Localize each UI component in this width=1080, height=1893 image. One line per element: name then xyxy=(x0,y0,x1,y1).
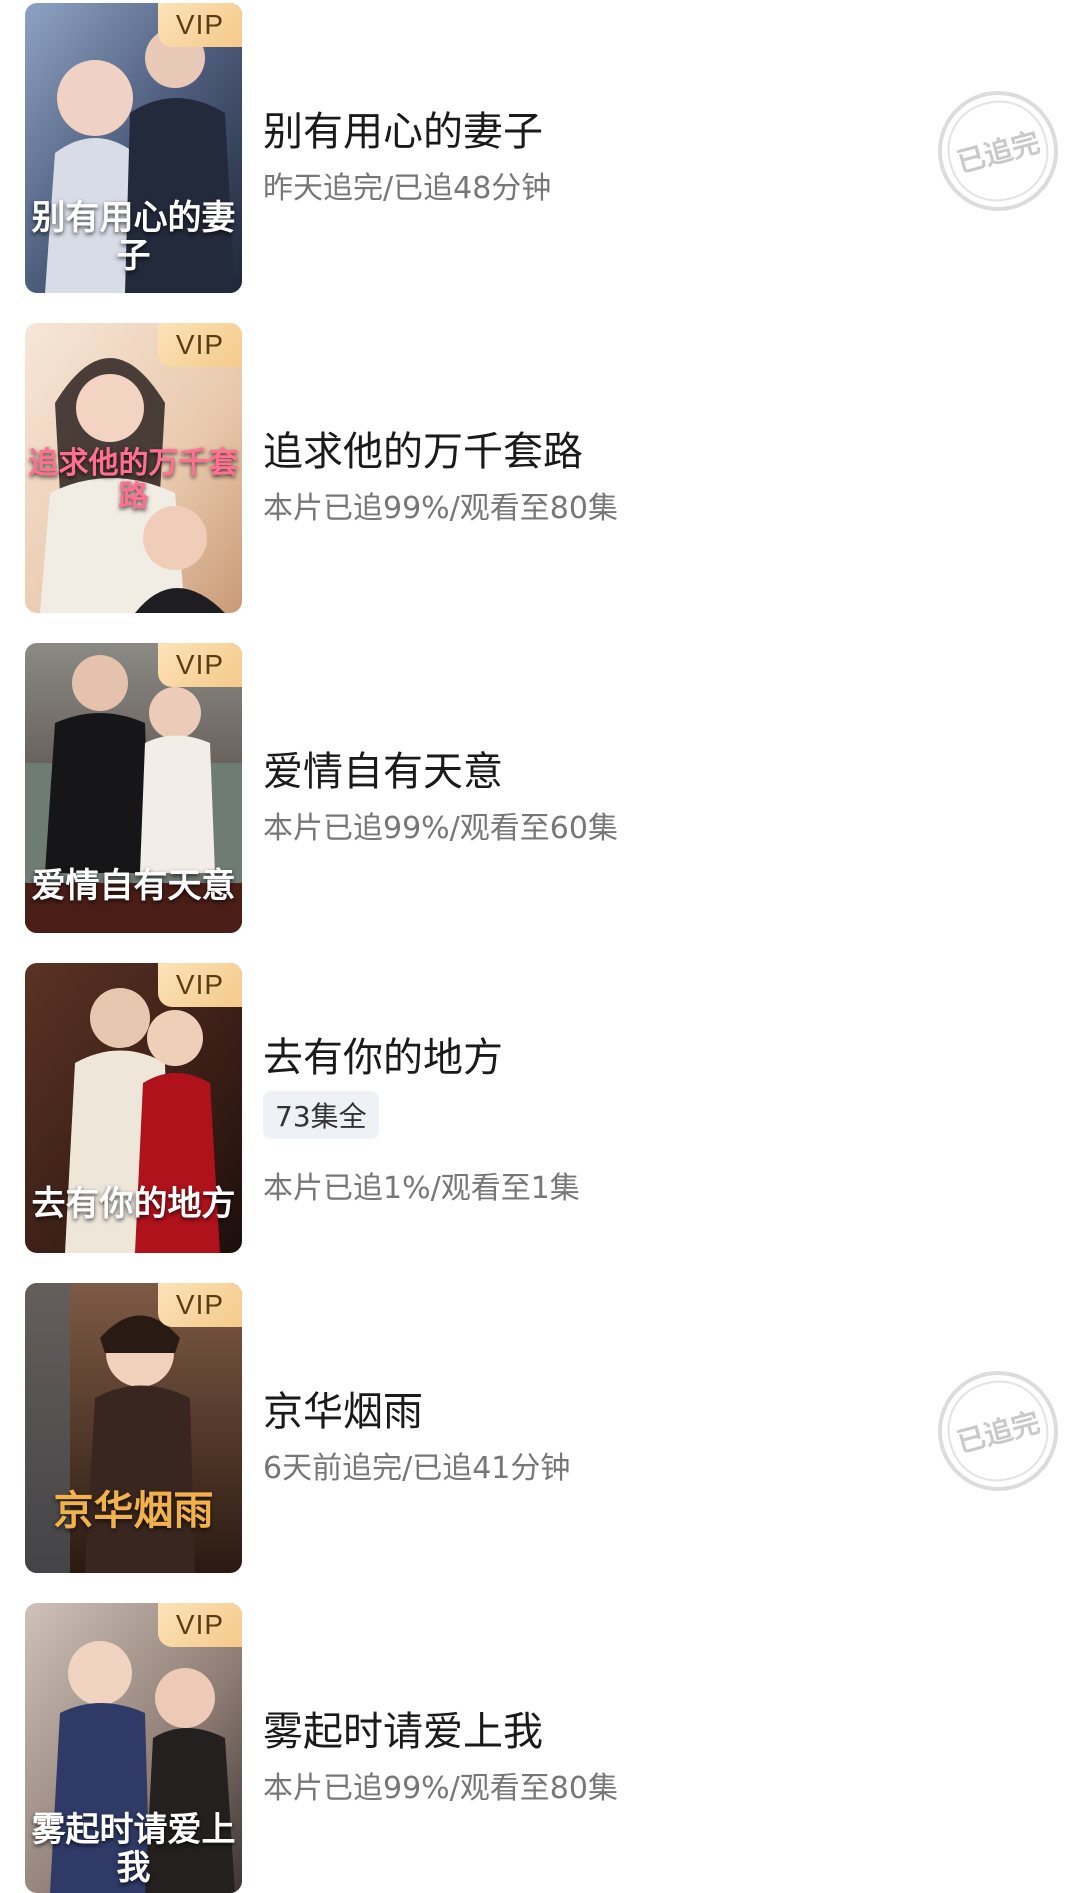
watch-history-list: VIP 别有用心的妻子 别有用心的妻子 昨天追完/已追48分钟 已追完 VIP … xyxy=(0,0,1080,1893)
poster[interactable]: VIP 爱情自有天意 xyxy=(25,643,242,933)
poster[interactable]: VIP 别有用心的妻子 xyxy=(25,3,242,293)
poster-title: 雾起时请爱上我 xyxy=(31,1810,236,1888)
item-progress: 本片已追99%/观看至60集 xyxy=(263,811,618,846)
item-title: 雾起时请爱上我 xyxy=(263,1709,543,1755)
poster[interactable]: VIP 雾起时请爱上我 xyxy=(25,1603,242,1893)
vip-badge: VIP xyxy=(158,323,242,367)
poster[interactable]: VIP 追求他的万千套路 xyxy=(25,323,242,613)
item-title: 爱情自有天意 xyxy=(263,749,503,795)
item-title: 京华烟雨 xyxy=(263,1389,423,1435)
item-title: 追求他的万千套路 xyxy=(263,429,583,475)
poster-title: 京华烟雨 xyxy=(53,1487,214,1534)
poster-title: 去有你的地方 xyxy=(31,1183,236,1224)
item-title: 别有用心的妻子 xyxy=(263,109,543,155)
list-item[interactable]: VIP 雾起时请爱上我 雾起时请爱上我 本片已追99%/观看至80集 xyxy=(0,1603,1080,1893)
vip-badge: VIP xyxy=(158,643,242,687)
vip-badge: VIP xyxy=(158,1603,242,1647)
vip-badge: VIP xyxy=(158,963,242,1007)
item-progress: 本片已追1%/观看至1集 xyxy=(263,1171,580,1206)
poster[interactable]: VIP 京华烟雨 xyxy=(25,1283,242,1573)
poster-title: 别有用心的妻子 xyxy=(31,198,236,276)
finished-stamp: 已追完 xyxy=(936,89,1060,213)
vip-badge: VIP xyxy=(158,3,242,47)
poster-title: 追求他的万千套路 xyxy=(28,446,239,514)
list-item[interactable]: VIP 追求他的万千套路 追求他的万千套路 本片已追99%/观看至80集 xyxy=(0,323,1080,613)
list-item[interactable]: VIP 去有你的地方 去有你的地方 73集全 本片已追1%/观看至1集 xyxy=(0,963,1080,1253)
vip-badge: VIP xyxy=(158,1283,242,1327)
item-progress: 6天前追完/已追41分钟 xyxy=(263,1451,571,1486)
episodes-tag: 73集全 xyxy=(263,1091,379,1139)
item-progress: 昨天追完/已追48分钟 xyxy=(263,171,552,206)
list-item[interactable]: VIP 爱情自有天意 爱情自有天意 本片已追99%/观看至60集 xyxy=(0,643,1080,933)
poster[interactable]: VIP 去有你的地方 xyxy=(25,963,242,1253)
item-progress: 本片已追99%/观看至80集 xyxy=(263,1771,618,1806)
list-item[interactable]: VIP 别有用心的妻子 别有用心的妻子 昨天追完/已追48分钟 已追完 xyxy=(0,3,1080,293)
list-item[interactable]: VIP 京华烟雨 京华烟雨 6天前追完/已追41分钟 已追完 xyxy=(0,1283,1080,1573)
poster-title: 爱情自有天意 xyxy=(31,865,236,906)
finished-stamp: 已追完 xyxy=(936,1369,1060,1493)
item-progress: 本片已追99%/观看至80集 xyxy=(263,491,618,526)
item-title: 去有你的地方 xyxy=(263,1035,503,1081)
